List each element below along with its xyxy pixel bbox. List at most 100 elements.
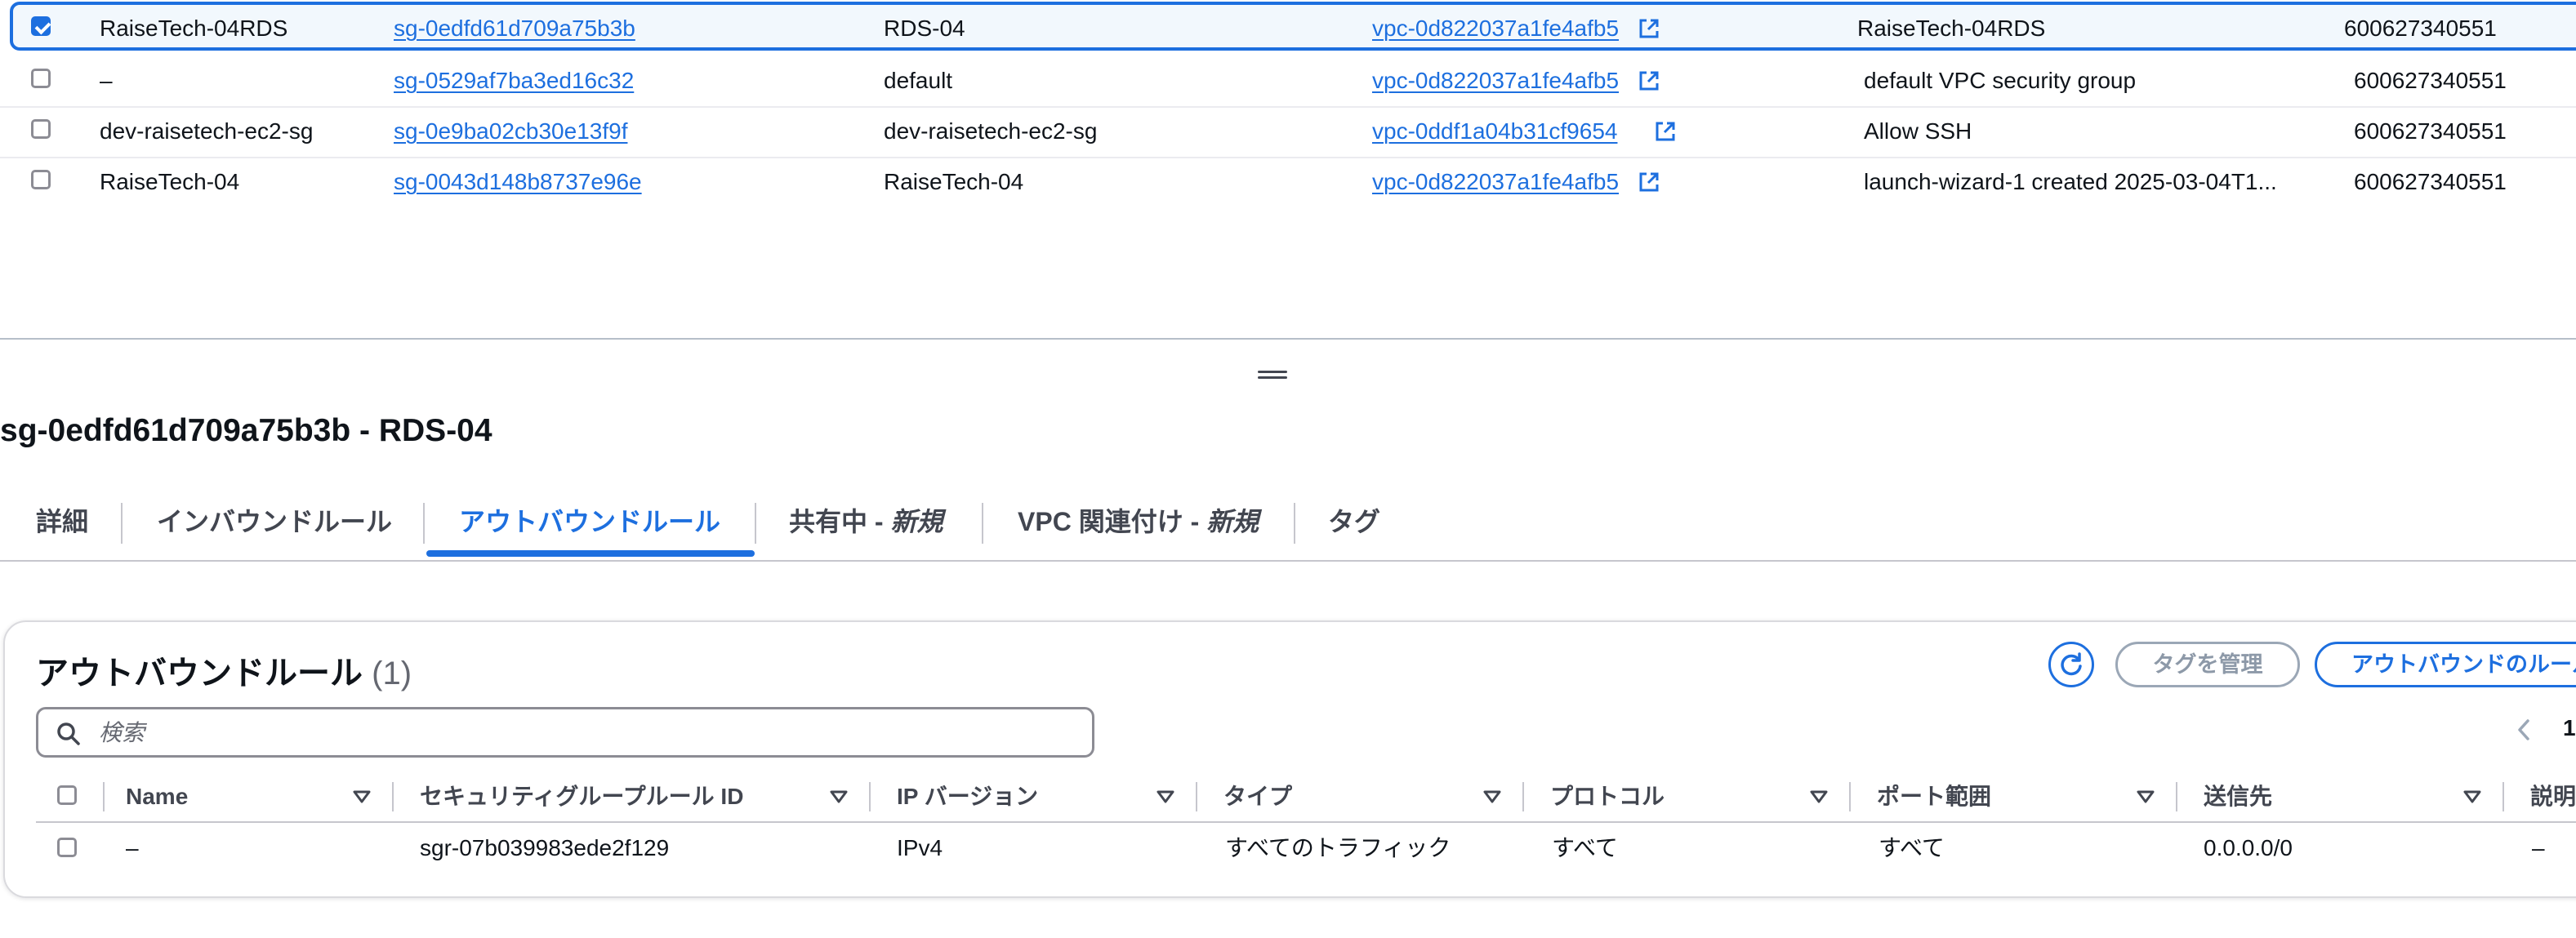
column-divider[interactable] <box>1849 782 1851 811</box>
table-row[interactable]: – sgr-07b039983ede2f129 IPv4 すべてのトラフィック … <box>36 823 2576 874</box>
rule-count: (1) <box>372 656 412 691</box>
resize-grip-icon[interactable] <box>1258 371 1287 379</box>
chevron-left-icon[interactable] <box>2516 718 2532 741</box>
cell-owner: 600627340551 <box>2354 68 2507 93</box>
cell-group-name: RDS-04 <box>884 16 965 41</box>
sort-down-icon[interactable] <box>2463 790 2481 803</box>
external-link-icon[interactable] <box>1638 70 1660 91</box>
tab-divider <box>755 503 756 544</box>
cell-group-name: default <box>884 68 953 93</box>
cell-owner: 600627340551 <box>2354 118 2507 144</box>
rules-table-header: Name セキュリティグループルール ID IP バージョン タイプ プロトコル… <box>36 774 2576 823</box>
cell-vpc-id-link[interactable]: vpc-0d822037a1fe4afb5 <box>1372 3 1619 54</box>
cell-name: – <box>126 835 139 860</box>
column-header-name[interactable]: Name <box>126 774 188 820</box>
cell-sg-id-link[interactable]: sg-0edfd61d709a75b3b <box>394 3 635 54</box>
manage-tags-button[interactable]: タグを管理 <box>2115 642 2300 687</box>
column-divider[interactable] <box>1196 782 1197 811</box>
active-tab-indicator <box>426 550 755 557</box>
current-page-number[interactable]: 1 <box>2563 715 2576 741</box>
column-divider <box>103 782 105 811</box>
tab-vpc-associations[interactable]: VPC 関連付け - 新規 <box>1018 495 1259 549</box>
column-divider[interactable] <box>1522 782 1524 811</box>
cell-vpc-id-link[interactable]: vpc-0d822037a1fe4afb5 <box>1372 157 1619 207</box>
search-input[interactable] <box>97 716 1081 750</box>
tab-divider <box>982 503 983 544</box>
refresh-icon <box>2061 652 2082 676</box>
row-checkbox[interactable] <box>31 170 51 189</box>
table-row[interactable]: RaiseTech-04 sg-0043d148b8737e96e RaiseT… <box>0 157 2576 207</box>
tab-tags[interactable]: タグ <box>1328 495 1380 549</box>
table-row[interactable]: – sg-0529af7ba3ed16c32 default vpc-0d822… <box>0 56 2576 108</box>
cell-name: RaiseTech-04RDS <box>100 16 288 41</box>
row-checkbox[interactable] <box>31 69 51 88</box>
tab-label: VPC 関連付け - <box>1018 507 1207 536</box>
external-link-icon[interactable] <box>1655 121 1676 142</box>
cell-destination: 0.0.0.0/0 <box>2204 835 2293 860</box>
tab-new-badge: 新規 <box>1206 507 1259 536</box>
cell-group-name: dev-raisetech-ec2-sg <box>884 118 1098 144</box>
column-header-port-range[interactable]: ポート範囲 <box>1877 774 1991 820</box>
sort-down-icon[interactable] <box>353 790 371 803</box>
select-all-checkbox[interactable] <box>57 785 77 805</box>
table-row[interactable]: RaiseTech-04RDS sg-0edfd61d709a75b3b RDS… <box>10 2 2576 51</box>
tab-inbound-rules[interactable]: インバウンドルール <box>157 495 392 549</box>
cell-group-name: RaiseTech-04 <box>884 169 1024 194</box>
tab-divider <box>121 503 123 544</box>
sort-down-icon[interactable] <box>1483 790 1501 803</box>
sort-down-icon[interactable] <box>2137 790 2155 803</box>
tab-divider <box>423 503 425 544</box>
cell-vpc-id-link[interactable]: vpc-0ddf1a04b31cf9654 <box>1372 106 1617 157</box>
cell-rule-id: sgr-07b039983ede2f129 <box>420 835 670 860</box>
column-divider[interactable] <box>2502 782 2504 811</box>
outbound-rules-heading: アウトバウンドルール (1) <box>36 647 412 694</box>
row-checkbox[interactable] <box>31 16 51 36</box>
cell-sg-id-link[interactable]: sg-0529af7ba3ed16c32 <box>394 56 634 106</box>
tab-outbound-rules[interactable]: アウトバウンドルール <box>459 495 720 549</box>
cell-name: RaiseTech-04 <box>100 169 240 194</box>
refresh-button[interactable] <box>2048 642 2094 687</box>
sort-down-icon[interactable] <box>1810 790 1828 803</box>
column-header-ip-version[interactable]: IP バージョン <box>897 774 1038 820</box>
cell-sg-id-link[interactable]: sg-0043d148b8737e96e <box>394 157 642 207</box>
cell-owner: 600627340551 <box>2354 169 2507 194</box>
cell-protocol: すべて <box>1552 835 1618 860</box>
column-divider[interactable] <box>869 782 871 811</box>
column-header-protocol[interactable]: プロトコル <box>1550 774 1665 820</box>
column-divider[interactable] <box>2176 782 2177 811</box>
tab-sharing[interactable]: 共有中 - 新規 <box>789 495 943 549</box>
cell-description: launch-wizard-1 created 2025-03-04T1... <box>1864 169 2277 194</box>
external-link-icon[interactable] <box>1638 18 1660 39</box>
search-icon <box>57 722 80 745</box>
cell-description: RaiseTech-04RDS <box>1857 16 2046 41</box>
cell-vpc-id-link[interactable]: vpc-0d822037a1fe4afb5 <box>1372 56 1619 106</box>
detail-tabs: 詳細 インバウンドルール アウトバウンドルール 共有中 - 新規 VPC 関連付… <box>0 495 2576 562</box>
cell-description: default VPC security group <box>1864 68 2137 93</box>
cell-name: dev-raisetech-ec2-sg <box>100 118 314 144</box>
split-panel-divider[interactable] <box>0 338 2576 340</box>
tab-divider <box>1294 503 1295 544</box>
sort-down-icon[interactable] <box>830 790 848 803</box>
cell-type: すべてのトラフィック <box>1225 835 1451 860</box>
column-header-description[interactable]: 説明 <box>2530 774 2576 820</box>
row-checkbox[interactable] <box>57 838 77 857</box>
cell-name: – <box>100 68 113 93</box>
row-checkbox[interactable] <box>31 119 51 139</box>
table-row[interactable]: dev-raisetech-ec2-sg sg-0e9ba02cb30e13f9… <box>0 106 2576 158</box>
column-header-rule-id[interactable]: セキュリティグループルール ID <box>420 774 743 820</box>
page-title: sg-0edfd61d709a75b3b - RDS-04 <box>0 413 492 448</box>
cell-owner: 600627340551 <box>2344 16 2497 41</box>
column-divider[interactable] <box>392 782 394 811</box>
column-header-destination[interactable]: 送信先 <box>2204 774 2272 820</box>
tab-label: アウトバウンドルール <box>459 507 721 536</box>
external-link-icon[interactable] <box>1638 171 1660 193</box>
edit-outbound-rules-button[interactable]: アウトバウンドのルールを編集 <box>2315 642 2576 687</box>
column-header-type[interactable]: タイプ <box>1223 774 1292 820</box>
heading-text: アウトバウンドルール <box>36 656 363 691</box>
tab-details[interactable]: 詳細 <box>36 495 88 549</box>
cell-sg-id-link[interactable]: sg-0e9ba02cb30e13f9f <box>394 106 627 157</box>
cell-description: – <box>2532 835 2545 860</box>
sort-down-icon[interactable] <box>1157 790 1174 803</box>
tab-label: 詳細 <box>36 507 89 536</box>
search-field[interactable] <box>36 707 1094 758</box>
